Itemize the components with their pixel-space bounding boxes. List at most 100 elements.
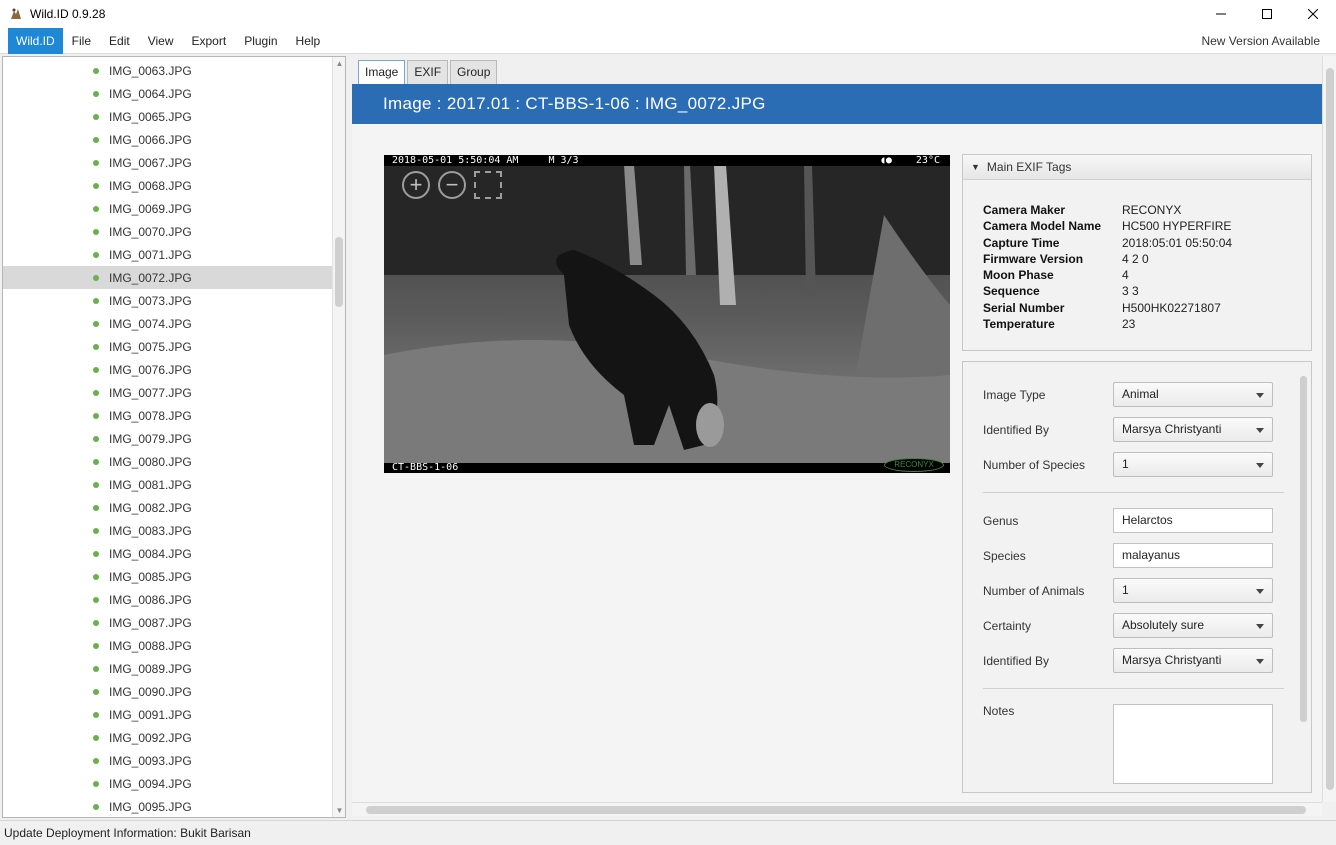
tree-item[interactable]: IMG_0072.JPG — [3, 266, 333, 289]
tree-item[interactable]: IMG_0080.JPG — [3, 450, 333, 473]
number-of-animals-select[interactable]: 1 — [1113, 578, 1273, 603]
form-scrollbar[interactable] — [1299, 366, 1308, 790]
zoom-in-icon[interactable]: + — [402, 171, 430, 199]
photo-temperature-group: ◖● 23°C — [880, 155, 940, 166]
detail-vscrollbar[interactable] — [1322, 56, 1336, 802]
tree-item[interactable]: IMG_0069.JPG — [3, 197, 333, 220]
chevron-down-icon — [1256, 393, 1264, 398]
status-dot-icon — [93, 251, 99, 258]
tree-item[interactable]: IMG_0065.JPG — [3, 105, 333, 128]
tree-item[interactable]: IMG_0082.JPG — [3, 496, 333, 519]
tree-item[interactable]: IMG_0094.JPG — [3, 772, 333, 795]
identified-by-2-select[interactable]: Marsya Christyanti — [1113, 648, 1273, 673]
genus-input[interactable]: Helarctos — [1113, 508, 1273, 533]
tree-item-label: IMG_0068.JPG — [109, 178, 192, 193]
tree-item-label: IMG_0065.JPG — [109, 109, 192, 124]
tree-item[interactable]: IMG_0090.JPG — [3, 680, 333, 703]
tree-item[interactable]: IMG_0075.JPG — [3, 335, 333, 358]
menu-plugin[interactable]: Plugin — [235, 28, 286, 54]
maximize-button[interactable] — [1244, 0, 1290, 28]
fit-to-screen-icon[interactable] — [474, 171, 502, 199]
tree-item[interactable]: IMG_0079.JPG — [3, 427, 333, 450]
menu-wildid[interactable]: Wild.ID — [8, 27, 63, 54]
menu-view[interactable]: View — [139, 28, 183, 54]
new-version-link[interactable]: New Version Available — [1201, 28, 1320, 54]
number-of-animals-label: Number of Animals — [983, 583, 1085, 598]
identified-by-select[interactable]: Marsya Christyanti — [1113, 417, 1273, 442]
detail-hscroll-thumb[interactable] — [366, 806, 1306, 814]
image-type-select[interactable]: Animal — [1113, 382, 1273, 407]
tree-scrollbar[interactable]: ▲ ▼ — [332, 57, 345, 817]
tab-group[interactable]: Group — [450, 60, 498, 84]
tree-item[interactable]: IMG_0095.JPG — [3, 795, 333, 817]
scroll-down-icon[interactable]: ▼ — [335, 806, 344, 815]
tree-item[interactable]: IMG_0092.JPG — [3, 726, 333, 749]
tree-item[interactable]: IMG_0074.JPG — [3, 312, 333, 335]
notes-textarea[interactable] — [1113, 704, 1273, 784]
tree-item[interactable]: IMG_0067.JPG — [3, 151, 333, 174]
certainty-value: Absolutely sure — [1122, 618, 1205, 632]
tree-item[interactable]: IMG_0086.JPG — [3, 588, 333, 611]
tree-item-label: IMG_0072.JPG — [109, 270, 192, 285]
tree-item-label: IMG_0063.JPG — [109, 63, 192, 78]
tree-item[interactable]: IMG_0081.JPG — [3, 473, 333, 496]
identified-by-value: Marsya Christyanti — [1122, 422, 1222, 436]
chevron-down-icon — [1256, 589, 1264, 594]
photo-scene — [384, 155, 950, 473]
status-dot-icon — [93, 481, 99, 488]
scroll-up-icon[interactable]: ▲ — [335, 59, 344, 68]
exif-row: Camera Model Name HC500 HYPERFIRE — [983, 218, 1232, 234]
tree-item[interactable]: IMG_0063.JPG — [3, 59, 333, 82]
tree-item[interactable]: IMG_0087.JPG — [3, 611, 333, 634]
close-button[interactable] — [1290, 0, 1336, 28]
status-bar: Update Deployment Information: Bukit Bar… — [0, 820, 1336, 845]
tree-item[interactable]: IMG_0084.JPG — [3, 542, 333, 565]
tree-item[interactable]: IMG_0066.JPG — [3, 128, 333, 151]
tree-scroll-thumb[interactable] — [335, 237, 343, 307]
tree-item-label: IMG_0074.JPG — [109, 316, 192, 331]
tree-item-label: IMG_0080.JPG — [109, 454, 192, 469]
certainty-select[interactable]: Absolutely sure — [1113, 613, 1273, 638]
tree-item-label: IMG_0082.JPG — [109, 500, 192, 515]
tree-item-label: IMG_0095.JPG — [109, 799, 192, 814]
detail-hscrollbar[interactable] — [352, 802, 1322, 816]
tab-exif[interactable]: EXIF — [407, 60, 449, 84]
photo-temperature: 23°C — [915, 155, 940, 166]
tree-item[interactable]: IMG_0088.JPG — [3, 634, 333, 657]
tree-item[interactable]: IMG_0089.JPG — [3, 657, 333, 680]
tree-item[interactable]: IMG_0091.JPG — [3, 703, 333, 726]
zoom-out-icon[interactable]: − — [438, 171, 466, 199]
form-scroll-thumb[interactable] — [1300, 376, 1307, 722]
tab-image[interactable]: Image — [358, 60, 406, 84]
tree-item-label: IMG_0066.JPG — [109, 132, 192, 147]
identified-by-row: Identified By Marsya Christyanti — [983, 417, 1273, 442]
tree-item[interactable]: IMG_0070.JPG — [3, 220, 333, 243]
exif-value: 2018:05:01 05:50:04 — [1122, 235, 1233, 250]
menu-help[interactable]: Help — [287, 28, 330, 54]
exif-value: HC500 HYPERFIRE — [1122, 219, 1232, 234]
tree-item[interactable]: IMG_0076.JPG — [3, 358, 333, 381]
tree-item[interactable]: IMG_0078.JPG — [3, 404, 333, 427]
exif-panel-header[interactable]: ▼ Main EXIF Tags — [963, 155, 1311, 180]
status-dot-icon — [93, 205, 99, 212]
tree-item-label: IMG_0077.JPG — [109, 385, 192, 400]
tree-item[interactable]: IMG_0064.JPG — [3, 82, 333, 105]
tree-item[interactable]: IMG_0093.JPG — [3, 749, 333, 772]
menu-export[interactable]: Export — [183, 28, 236, 54]
species-input[interactable]: malayanus — [1113, 543, 1273, 568]
tree-item[interactable]: IMG_0085.JPG — [3, 565, 333, 588]
tree-item[interactable]: IMG_0068.JPG — [3, 174, 333, 197]
number-of-species-select[interactable]: 1 — [1113, 452, 1273, 477]
detail-vscroll-thumb[interactable] — [1326, 68, 1334, 790]
tree-item-label: IMG_0088.JPG — [109, 638, 192, 653]
camera-trap-photo[interactable]: 2018-05-01 5:50:04 AM M 3/3 ◖● 23°C + − … — [384, 155, 950, 473]
tree-item[interactable]: IMG_0077.JPG — [3, 381, 333, 404]
menu-file[interactable]: File — [63, 28, 100, 54]
photo-camera-label: CT-BBS-1-06 — [392, 462, 459, 473]
menu-edit[interactable]: Edit — [100, 28, 139, 54]
minimize-button[interactable] — [1198, 0, 1244, 28]
tree-item[interactable]: IMG_0073.JPG — [3, 289, 333, 312]
species-row: Species malayanus — [983, 543, 1273, 568]
tree-item[interactable]: IMG_0071.JPG — [3, 243, 333, 266]
tree-item[interactable]: IMG_0083.JPG — [3, 519, 333, 542]
